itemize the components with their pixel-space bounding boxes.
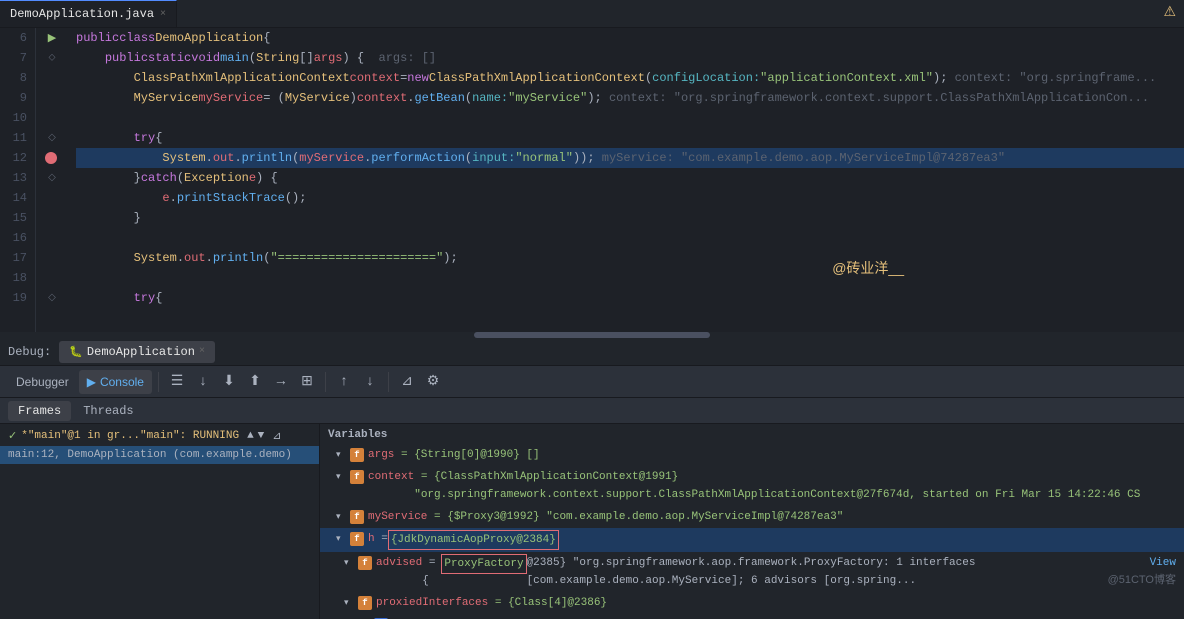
toolbar-btn-step-out[interactable]: ⬆	[243, 370, 267, 394]
sub-tabs: Frames Threads	[0, 398, 1184, 424]
thread-filter-icon[interactable]: ⊿	[272, 429, 281, 443]
gutter: ▶ ⬦ ◇ ◇	[36, 28, 68, 332]
debug-app-tab[interactable]: 🐛 DemoApplication ×	[59, 341, 215, 363]
thread-entry[interactable]: ✓ *"main"@1 in gr..."main": RUNNING ▲ ▼ …	[0, 426, 319, 446]
code-line-18	[76, 268, 1184, 288]
var-icon-advised: f	[358, 556, 372, 570]
expand-proxied[interactable]	[344, 594, 354, 612]
code-editor: 6 7 8 9 10 11 12 13 14 15 16 17 18 19 ▶	[0, 28, 1184, 338]
debugger-tab-btn[interactable]: Debugger	[8, 370, 77, 394]
toolbar-btn-menu[interactable]: ☰	[165, 370, 189, 394]
toolbar-btn-evaluate[interactable]: ⊞	[295, 370, 319, 394]
code-line-17: System.out.println("====================…	[76, 248, 1184, 268]
breakpoint-dot-12[interactable]	[45, 152, 57, 164]
gutter-folding7: ⬦	[49, 52, 56, 64]
var-item-0[interactable]: ■ 0 = {Class@1877} "interface com.exampl…	[320, 614, 1184, 619]
debug-app-tab-label: DemoApplication	[87, 345, 195, 359]
debug-panel: Debug: 🐛 DemoApplication × Debugger ▶ Co…	[0, 338, 1184, 619]
var-item-h[interactable]: f h = {JdkDynamicAopProxy@2384}	[320, 528, 1184, 552]
var-icon-context: f	[350, 470, 364, 484]
toolbar-btn-down[interactable]: ↓	[358, 370, 382, 394]
debug-tab-bar: Debug: 🐛 DemoApplication ×	[0, 338, 1184, 366]
tab-frames[interactable]: Frames	[8, 401, 71, 421]
var-item-proxiedinterfaces[interactable]: f proxiedInterfaces = {Class[4]@2386}	[320, 592, 1184, 614]
editor-tab-active[interactable]: DemoApplication.java ×	[0, 0, 177, 27]
code-line-10	[76, 108, 1184, 128]
tab-close-icon[interactable]: ×	[160, 9, 166, 20]
toolbar-sep3	[388, 372, 389, 392]
toolbar-sep2	[325, 372, 326, 392]
toolbar-btn-step-into[interactable]: ⬇	[217, 370, 241, 394]
thread-check-icon: ✓	[8, 429, 17, 443]
frames-panel: ✓ *"main"@1 in gr..."main": RUNNING ▲ ▼ …	[0, 424, 320, 619]
toolbar-btn-settings[interactable]: ⚙	[421, 370, 445, 394]
console-label: Console	[100, 375, 144, 389]
expand-myservice[interactable]	[336, 508, 346, 526]
hscrollbar[interactable]	[0, 332, 1184, 338]
var-icon-proxied: f	[358, 596, 372, 610]
toolbar-btn-up[interactable]: ↑	[332, 370, 356, 394]
frame-entry-main[interactable]: main:12, DemoApplication (com.example.de…	[0, 446, 319, 464]
code-lines: public class DemoApplication { public st…	[68, 28, 1184, 332]
expand-h[interactable]	[336, 530, 346, 548]
var-item-context[interactable]: f context = {ClassPathXmlApplicationCont…	[320, 466, 1184, 506]
var-icon-h: f	[350, 532, 364, 546]
proxyfactory-highlight: ProxyFactory	[441, 554, 526, 574]
var-icon-myservice: f	[350, 510, 364, 524]
gutter-dot13: ◇	[48, 172, 56, 184]
expand-context[interactable]	[336, 468, 346, 486]
toolbar-btn-run-to-cursor[interactable]: →	[269, 370, 293, 394]
gutter-dot19: ◇	[48, 292, 56, 304]
expand-args[interactable]	[336, 446, 346, 464]
warning-icon: ⚠	[1163, 4, 1176, 21]
toolbar-sep1	[158, 372, 159, 392]
code-line-14: e.printStackTrace();	[76, 188, 1184, 208]
variables-header: Variables	[320, 426, 1184, 444]
toolbar-btn-step-over[interactable]: ↓	[191, 370, 215, 394]
bug-icon: 🐛	[69, 345, 83, 359]
code-line-12: System.out.println(myService.performActi…	[76, 148, 1184, 168]
expand-advised[interactable]	[344, 554, 354, 572]
app-container: DemoApplication.java × ⚠ 6 7 8 9 10 11 1…	[0, 0, 1184, 619]
console-icon: ▶	[87, 375, 96, 389]
debug-app-tab-close[interactable]: ×	[199, 346, 205, 357]
variables-panel: Variables f args = {String[0]@1990} [] f…	[320, 424, 1184, 619]
frame-entry-label: main:12, DemoApplication (com.example.de…	[8, 449, 292, 461]
bottom-watermark: @51CTO博客	[1108, 571, 1176, 587]
code-line-11: try {	[76, 128, 1184, 148]
var-item-advised[interactable]: f advised = {ProxyFactory@2385} "org.spr…	[320, 552, 1184, 592]
thread-entry-label: *"main"@1 in gr..."main": RUNNING	[21, 430, 239, 442]
var-icon-args: f	[350, 448, 364, 462]
thread-down-arrow[interactable]: ▼	[258, 430, 265, 442]
gutter-dot11: ◇	[48, 132, 56, 144]
code-line-8: ClassPathXmlApplicationContext context =…	[76, 68, 1184, 88]
code-container: 6 7 8 9 10 11 12 13 14 15 16 17 18 19 ▶	[0, 28, 1184, 332]
tab-label: DemoApplication.java	[10, 7, 154, 21]
toolbar-btn-filter[interactable]: ⊿	[395, 370, 419, 394]
thread-up-arrow[interactable]: ▲	[247, 430, 254, 442]
tab-threads[interactable]: Threads	[73, 401, 143, 421]
hscrollbar-thumb[interactable]	[474, 332, 711, 338]
editor-tab-bar: DemoApplication.java × ⚠	[0, 0, 1184, 28]
code-line-9: MyService myService = (MyService) contex…	[76, 88, 1184, 108]
advised-navigate[interactable]: View	[1143, 554, 1176, 572]
code-line-13: } catch (Exception e) {	[76, 168, 1184, 188]
code-line-16	[76, 228, 1184, 248]
run-arrow-line6: ▶	[48, 31, 56, 45]
code-line-7: public static void main(String[] args) {…	[76, 48, 1184, 68]
line-numbers: 6 7 8 9 10 11 12 13 14 15 16 17 18 19	[0, 28, 36, 332]
debug-toolbar: Debugger ▶ Console ☰ ↓ ⬇ ⬆ → ⊞ ↑ ↓ ⊿ ⚙	[0, 366, 1184, 398]
debug-content: ✓ *"main"@1 in gr..."main": RUNNING ▲ ▼ …	[0, 424, 1184, 619]
debug-label: Debug:	[8, 345, 51, 359]
h-highlight-box: {JdkDynamicAopProxy@2384}	[388, 530, 559, 550]
console-tab-btn[interactable]: ▶ Console	[79, 370, 152, 394]
code-line-15: }	[76, 208, 1184, 228]
code-line-6: public class DemoApplication {	[76, 28, 1184, 48]
var-item-args[interactable]: f args = {String[0]@1990} []	[320, 444, 1184, 466]
var-item-myservice[interactable]: f myService = {$Proxy3@1992} "com.exampl…	[320, 506, 1184, 528]
code-line-19: try {	[76, 288, 1184, 308]
